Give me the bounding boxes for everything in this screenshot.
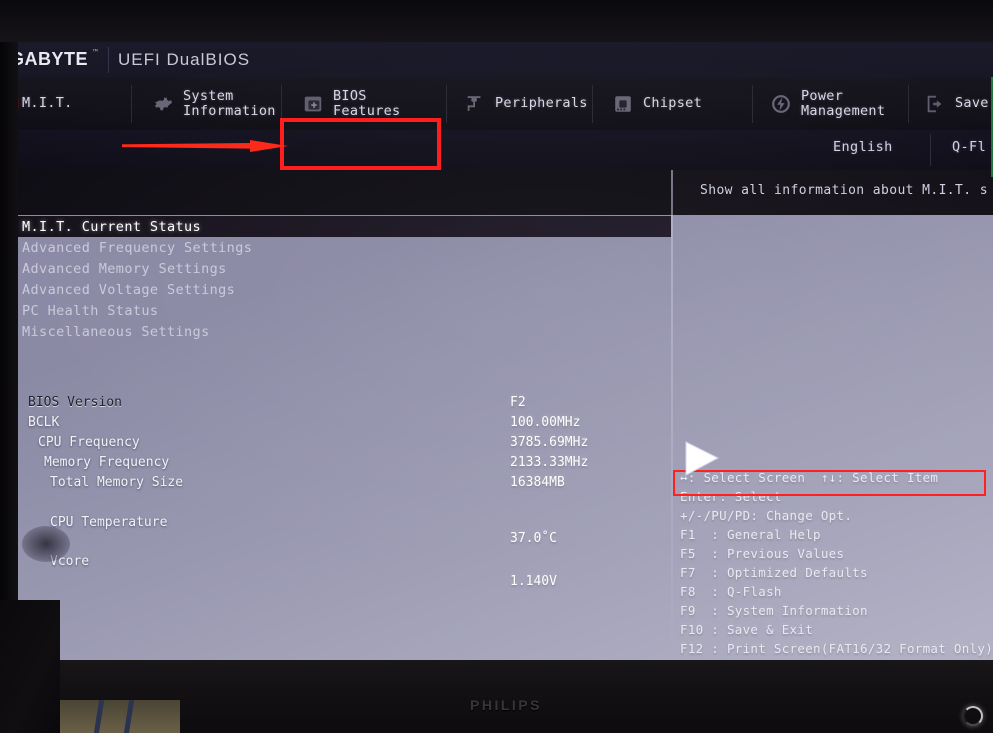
- exit-arrow-icon: [924, 93, 946, 115]
- monitor-photo: GIGABYTE ™ UEFI DualBIOS M.I.T. System I…: [0, 0, 993, 733]
- info-value-bios-version: F2: [510, 395, 526, 410]
- nav-divider: [752, 85, 753, 123]
- info-label-total-memory-size: Total Memory Size: [50, 475, 184, 490]
- info-value-bclk: 100.00MHz: [510, 415, 581, 430]
- hotkey-row: F8 : Q-Flash: [680, 584, 782, 599]
- info-label-bclk: BCLK: [28, 415, 60, 430]
- nav-divider: [908, 85, 909, 123]
- peripherals-icon: [464, 93, 486, 115]
- menu-item-advanced-memory-settings[interactable]: Advanced Memory Settings: [0, 258, 671, 279]
- panel-divider: [671, 170, 673, 672]
- nav-divider: [446, 85, 447, 123]
- mouse-cursor: [684, 441, 724, 481]
- info-row: BIOS Version F2: [0, 395, 671, 415]
- nav-tab-save[interactable]: Save: [912, 77, 993, 130]
- menu-item-pc-health-status[interactable]: PC Health Status: [0, 300, 671, 321]
- uefi-dualbios-label: UEFI DualBIOS: [118, 50, 251, 69]
- nav-tab-power-management[interactable]: Power Management: [758, 77, 908, 130]
- nav-tab-mit[interactable]: M.I.T.: [10, 77, 130, 130]
- menu-item-label: Miscellaneous Settings: [22, 323, 210, 340]
- nav-divider: [592, 85, 593, 123]
- menu-item-miscellaneous-settings[interactable]: Miscellaneous Settings: [0, 321, 671, 342]
- hotkey-row: F5 : Previous Values: [680, 546, 845, 561]
- chipset-icon: [612, 93, 634, 115]
- menu-item-label: Advanced Memory Settings: [22, 260, 227, 277]
- hotkey-row: F12 : Print Screen(FAT16/32 Format Only): [680, 641, 993, 656]
- info-value-cpu-frequency: 3785.69MHz: [510, 435, 589, 450]
- menu-item-label: PC Health Status: [22, 302, 159, 319]
- annotation-tab-highlight: [280, 118, 441, 170]
- info-row: CPU Frequency 3785.69MHz: [0, 435, 671, 455]
- monitor-bezel-top: [0, 0, 993, 42]
- gear-icon: [152, 93, 174, 115]
- power-led-icon: [963, 706, 983, 726]
- nav-tab-system-information-label: System Information: [183, 87, 276, 119]
- bios-screen: GIGABYTE ™ UEFI DualBIOS M.I.T. System I…: [0, 42, 993, 672]
- nav-tab-peripherals[interactable]: Peripherals: [452, 77, 592, 130]
- hotkey-row: F10 : Save & Exit: [680, 622, 814, 637]
- hotkey-row: F7 : Optimized Defaults: [680, 565, 868, 580]
- brand-bar: GIGABYTE ™ UEFI DualBIOS: [0, 42, 993, 77]
- hotkey-row: F1 : General Help: [680, 527, 821, 542]
- info-row: Vcore 1.140V: [0, 535, 671, 589]
- nav-tab-save-label: Save: [955, 95, 989, 111]
- info-value-memory-frequency: 2133.33MHz: [510, 455, 589, 470]
- menu-item-advanced-voltage-settings[interactable]: Advanced Voltage Settings: [0, 279, 671, 300]
- info-row: BCLK 100.00MHz: [0, 415, 671, 435]
- info-label-bios-version: BIOS Version: [28, 395, 122, 410]
- nav-tab-chipset-label: Chipset: [643, 95, 702, 111]
- annotation-red-arrow: [122, 137, 288, 152]
- info-value-vcore: 1.140V: [510, 574, 557, 589]
- qflash-button[interactable]: Q-Fl: [952, 139, 986, 155]
- menu-header-band: [0, 170, 671, 215]
- mit-current-status-table: BIOS Version F2 BCLK 100.00MHz CPU Frequ…: [0, 395, 671, 589]
- nav-tab-system-information[interactable]: System Information: [140, 77, 280, 130]
- info-label-cpu-frequency: CPU Frequency: [38, 435, 140, 450]
- screen-smudge: [22, 526, 70, 562]
- help-description: Show all information about M.I.T. s: [700, 183, 988, 198]
- nav-tab-peripherals-label: Peripherals: [495, 95, 588, 111]
- language-selector[interactable]: English: [833, 139, 893, 155]
- bios-body: Show all information about M.I.T. s M.I.…: [0, 170, 993, 672]
- info-row: CPU Temperature 37.0˚C: [0, 495, 671, 546]
- monitor-bezel-left: [0, 42, 18, 682]
- info-label-memory-frequency: Memory Frequency: [44, 455, 170, 470]
- nav-tab-mit-label: M.I.T.: [22, 95, 73, 111]
- hotkey-legend: ↔: Select Screen ↑↓: Select Item Enter: …: [680, 470, 993, 672]
- chip-plus-icon: [302, 93, 324, 115]
- mit-menu-list: M.I.T. Current Status Advanced Frequency…: [0, 215, 671, 342]
- info-row: Total Memory Size 16384MB: [0, 475, 671, 495]
- nav-tab-power-management-label: Power Management: [801, 87, 886, 119]
- info-row: Memory Frequency 2133.33MHz: [0, 455, 671, 475]
- info-label-cpu-temperature: CPU Temperature: [50, 515, 168, 530]
- nav-tab-chipset[interactable]: Chipset: [600, 77, 740, 130]
- menu-item-label: Advanced Frequency Settings: [22, 239, 253, 256]
- menu-item-advanced-frequency-settings[interactable]: Advanced Frequency Settings: [0, 237, 671, 258]
- info-value-total-memory-size: 16384MB: [510, 475, 565, 490]
- menu-item-mit-current-status[interactable]: M.I.T. Current Status: [0, 216, 671, 237]
- hotkey-row: F9 : System Information: [680, 603, 868, 618]
- subbar-divider: [930, 134, 931, 166]
- menu-item-label: M.I.T. Current Status: [22, 218, 202, 235]
- trademark-icon: ™: [93, 48, 98, 57]
- nav-divider: [131, 85, 132, 123]
- power-bolt-icon: [770, 93, 792, 115]
- nav-tab-bios-features-label: BIOS Features: [333, 87, 401, 119]
- monitor-stand: [0, 600, 60, 733]
- hotkey-row: +/-/PU/PD: Change Opt.: [680, 508, 853, 523]
- menu-item-label: Advanced Voltage Settings: [22, 281, 236, 298]
- brand-divider: [108, 47, 109, 73]
- main-nav: M.I.T. System Information BIOS Features …: [0, 77, 993, 130]
- philips-logo: PHILIPS: [470, 697, 542, 713]
